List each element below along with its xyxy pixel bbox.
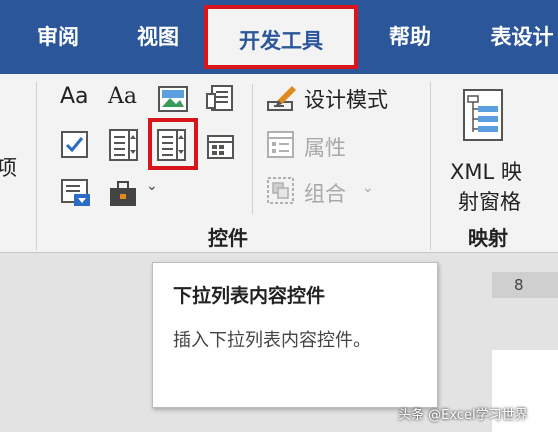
repeating-section-control-icon[interactable] bbox=[60, 178, 92, 208]
group-separator bbox=[252, 84, 253, 214]
xml-mapping-pane-button-line2[interactable]: 射窗格 bbox=[458, 186, 521, 216]
ruler-number: 8 bbox=[514, 276, 524, 294]
mapping-group-label: 映射 bbox=[468, 226, 508, 250]
tab-help[interactable]: 帮助 bbox=[370, 20, 450, 54]
xml-mapping-pane-button[interactable]: XML 映 bbox=[450, 156, 522, 186]
group-separator bbox=[36, 82, 37, 250]
controls-group-label: 控件 bbox=[208, 226, 248, 250]
tab-table-design[interactable]: 表设计 bbox=[474, 20, 558, 54]
properties-button[interactable]: 属性 bbox=[304, 132, 346, 162]
left-group-fragment: 项 bbox=[0, 156, 17, 180]
tooltip-description: 插入下拉列表内容控件。 bbox=[173, 330, 371, 351]
watermark: 头条 @Excel学习世界 bbox=[398, 408, 528, 423]
date-picker-control-icon[interactable] bbox=[206, 132, 236, 160]
dropdown-list-control-icon[interactable] bbox=[156, 128, 188, 162]
design-mode-button[interactable]: 设计模式 bbox=[304, 84, 388, 114]
group-button[interactable]: 组合 bbox=[304, 178, 346, 208]
group-separator bbox=[430, 82, 431, 250]
tab-review[interactable]: 审阅 bbox=[18, 20, 98, 54]
ribbon-tab-bar: 审阅 视图 开发工具 帮助 表设计 bbox=[0, 0, 558, 74]
ruler: 8 bbox=[492, 272, 558, 298]
tooltip: 下拉列表内容控件 插入下拉列表内容控件。 bbox=[152, 262, 438, 408]
xml-mapping-pane-icon[interactable] bbox=[462, 88, 506, 144]
chevron-down-icon[interactable]: ⌄ bbox=[146, 178, 158, 194]
picture-control-icon[interactable] bbox=[158, 86, 188, 112]
properties-icon[interactable] bbox=[266, 130, 296, 160]
tab-developer[interactable]: 开发工具 bbox=[204, 5, 358, 69]
ribbon-panel: 项 Aa Aa ⌄ 设计模式 属性 组合 ⌄ 控件 XML 映 射窗格 映射 bbox=[0, 74, 558, 253]
tab-view[interactable]: 视图 bbox=[118, 20, 198, 54]
combo-box-control-icon[interactable] bbox=[108, 128, 140, 162]
legacy-tools-icon[interactable] bbox=[108, 178, 140, 208]
tooltip-title: 下拉列表内容控件 bbox=[173, 285, 326, 307]
building-block-icon[interactable] bbox=[206, 84, 236, 114]
design-mode-icon[interactable] bbox=[266, 82, 298, 114]
plain-text-control-button[interactable]: Aa bbox=[108, 84, 137, 109]
group-icon[interactable] bbox=[266, 176, 296, 206]
chevron-down-icon[interactable]: ⌄ bbox=[362, 180, 374, 196]
checkbox-control-icon[interactable] bbox=[60, 130, 90, 160]
rich-text-control-button[interactable]: Aa bbox=[60, 84, 89, 109]
